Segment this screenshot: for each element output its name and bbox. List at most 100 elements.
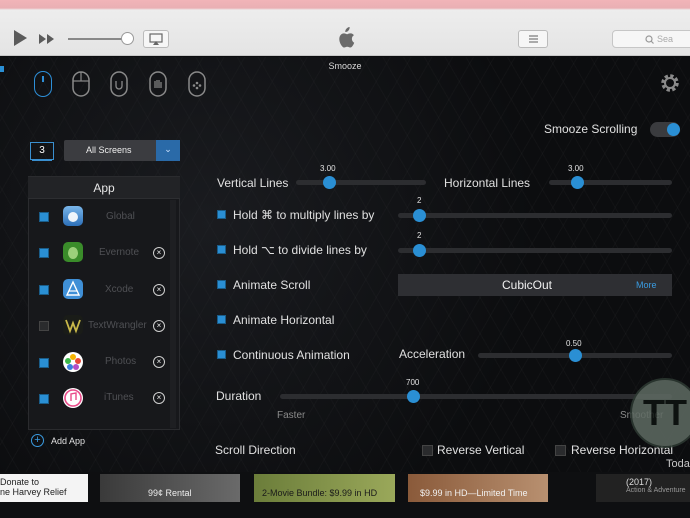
store-card-bundle[interactable]: 2-Movie Bundle: $9.99 in HD [254, 474, 395, 502]
evernote-elephant-icon [63, 242, 83, 262]
divide-label: Hold ⌥ to divide lines by [233, 243, 367, 257]
duration-knob[interactable] [407, 390, 420, 403]
remove-textwrangler-icon[interactable]: × [153, 320, 165, 332]
app-name-photos[interactable]: Photos [105, 356, 136, 367]
continuous-animation-checkbox[interactable] [217, 350, 226, 359]
store-card-rental-text: 99¢ Rental [148, 488, 192, 498]
reverse-vertical-label: Reverse Vertical [437, 443, 525, 457]
add-app-plus-icon[interactable]: + [31, 434, 44, 447]
multiply-knob[interactable] [413, 209, 426, 222]
acceleration-label: Acceleration [399, 347, 466, 361]
duration-slider[interactable] [280, 394, 672, 399]
monitor-stand [32, 159, 52, 161]
app-name-evernote[interactable]: Evernote [99, 247, 139, 258]
app-name-xcode[interactable]: Xcode [105, 284, 133, 295]
horizontal-lines-knob[interactable] [571, 176, 584, 189]
app-row-checkbox-photos[interactable] [39, 358, 49, 368]
store-card-rental[interactable]: 99¢ Rental [100, 474, 240, 502]
xcode-hammer-icon [63, 279, 83, 299]
horizontal-lines-value: 3.00 [568, 164, 584, 173]
app-list-header: App [28, 177, 180, 199]
tab-scroll-mouse-icon[interactable] [34, 71, 52, 97]
reverse-vertical-checkbox[interactable] [422, 445, 433, 456]
fast-forward-icon[interactable] [38, 32, 56, 50]
screens-dropdown[interactable]: All Screens ⌄ [64, 140, 180, 161]
channel-logo-text: TT [643, 392, 687, 433]
horizontal-lines-label: Horizontal Lines [444, 176, 531, 190]
app-name-global[interactable]: Global [106, 211, 135, 222]
multiply-value: 2 [417, 196, 422, 205]
store-card-movie-line2: Action & Adventure [626, 487, 686, 494]
tab-hand-mouse-icon[interactable] [149, 71, 167, 102]
store-card-donate-line1: Donate to [0, 477, 40, 487]
apple-logo-icon [335, 27, 355, 54]
screen-count-indicator[interactable]: 3 [30, 142, 54, 160]
divide-value: 2 [417, 231, 422, 240]
remove-photos-icon[interactable]: × [153, 356, 165, 368]
animate-scroll-checkbox[interactable] [217, 280, 226, 289]
play-icon[interactable] [12, 29, 28, 52]
tab-gestures-mouse-icon[interactable] [188, 71, 206, 102]
app-row-checkbox-textwrangler[interactable] [39, 321, 49, 331]
easing-value[interactable]: CubicOut [398, 278, 656, 292]
store-card-movie-line1: (2017) [626, 477, 653, 487]
list-view-button[interactable] [518, 30, 548, 48]
app-row-checkbox-xcode[interactable] [39, 285, 49, 295]
volume-slider-knob[interactable] [121, 32, 134, 45]
search-placeholder: Sea [657, 34, 674, 44]
duration-value: 700 [406, 378, 420, 387]
acceleration-knob[interactable] [569, 349, 582, 362]
divide-checkbox[interactable] [217, 245, 226, 254]
scroll-direction-label: Scroll Direction [215, 443, 296, 457]
reverse-horizontal-checkbox[interactable] [555, 445, 566, 456]
app-name-itunes[interactable]: iTunes [104, 392, 134, 403]
airplay-icon [149, 33, 163, 45]
window-title: Smooze [328, 61, 362, 71]
vertical-lines-label: Vertical Lines [217, 176, 289, 190]
tab-buttons-mouse-icon[interactable] [72, 71, 90, 102]
app-list-scrollbar[interactable] [170, 200, 176, 428]
photos-flower-icon [63, 352, 83, 372]
app-row-checkbox-global[interactable] [39, 212, 49, 222]
vertical-lines-knob[interactable] [323, 176, 336, 189]
list-icon [529, 35, 538, 43]
remove-xcode-icon[interactable]: × [153, 284, 165, 296]
remove-itunes-icon[interactable]: × [153, 392, 165, 404]
multiply-slider[interactable] [398, 213, 672, 218]
volume-slider-track[interactable] [68, 38, 128, 40]
store-card-movie[interactable]: (2017) Action & Adventure [596, 474, 690, 502]
store-card-limited[interactable]: $9.99 in HD—Limited Time [408, 474, 548, 502]
divide-slider[interactable] [398, 248, 672, 253]
horizontal-lines-slider[interactable] [549, 180, 672, 185]
edge-marker [0, 66, 4, 72]
smooze-scrolling-toggle-knob[interactable] [667, 123, 680, 136]
multiply-label: Hold ⌘ to multiply lines by [233, 208, 375, 222]
app-row-checkbox-itunes[interactable] [39, 394, 49, 404]
store-card-bundle-text: 2-Movie Bundle: $9.99 in HD [262, 488, 378, 498]
animate-horizontal-checkbox[interactable] [217, 315, 226, 324]
animate-horizontal-label: Animate Horizontal [233, 313, 335, 327]
continuous-animation-label: Continuous Animation [233, 348, 350, 362]
screens-dropdown-value: All Screens [86, 145, 132, 155]
app-row-checkbox-evernote[interactable] [39, 248, 49, 258]
add-app-label[interactable]: Add App [51, 436, 85, 446]
multiply-checkbox[interactable] [217, 210, 226, 219]
store-card-limited-text: $9.99 in HD—Limited Time [420, 488, 528, 498]
store-card-donate[interactable]: Donate to ne Harvey Relief [0, 474, 88, 502]
global-apple-icon [63, 206, 83, 226]
acceleration-value: 0.50 [566, 339, 582, 348]
chevron-down-icon[interactable]: ⌄ [156, 140, 180, 161]
smooze-scrolling-label: Smooze Scrolling [544, 122, 638, 136]
easing-more-link[interactable]: More [636, 280, 657, 290]
tab-magnet-mouse-icon[interactable] [110, 71, 128, 102]
remove-evernote-icon[interactable]: × [153, 247, 165, 259]
animate-scroll-label: Animate Scroll [233, 278, 311, 292]
vertical-lines-slider[interactable] [296, 180, 426, 185]
airplay-button[interactable] [143, 30, 169, 48]
gear-icon[interactable] [658, 71, 682, 100]
search-input[interactable]: Sea [612, 30, 690, 48]
itunes-note-icon [63, 388, 83, 408]
textwrangler-icon [63, 315, 83, 335]
divide-knob[interactable] [413, 244, 426, 257]
search-icon [645, 35, 654, 44]
